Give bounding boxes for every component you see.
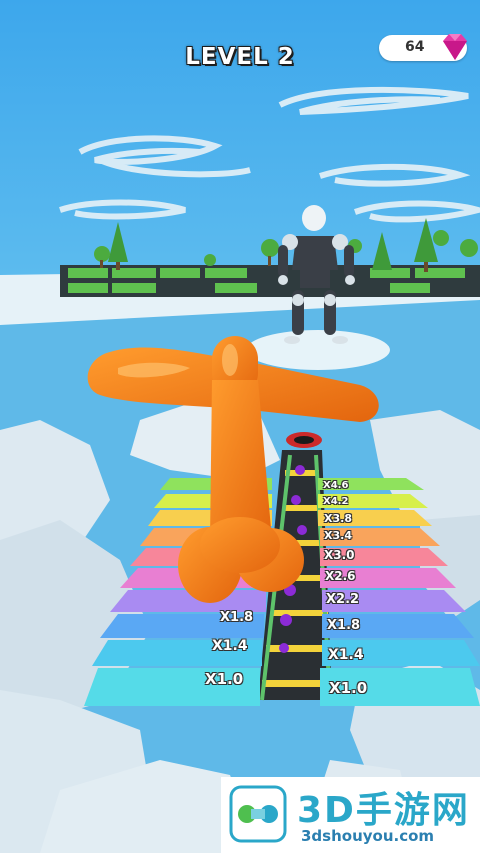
gem-count: 64	[405, 39, 425, 55]
gem-counter: 64	[379, 34, 467, 61]
multiplier-label-right-x1-4: X1.4	[328, 647, 364, 663]
multiplier-label-right-x1-0: X1.0	[329, 679, 368, 697]
watermark-title: 3D手游网	[297, 790, 470, 831]
multiplier-label-right-x1-8: X1.8	[327, 618, 361, 633]
multiplier-label-right-x3-4: X3.4	[324, 529, 352, 542]
game-scene	[0, 0, 480, 853]
multiplier-label-left-x1-4: X1.4	[212, 638, 248, 654]
boss-platform	[246, 330, 390, 370]
watermark-logo-icon	[229, 785, 287, 843]
multiplier-label-right-x4-6: X4.6	[323, 480, 349, 491]
multiplier-label-right-x2-2: X2.2	[326, 592, 360, 607]
multiplier-label-right-x3-8: X3.8	[324, 512, 352, 525]
watermark: 3D手游网 3dshouyou.com	[221, 777, 480, 853]
multiplier-label-left-x1-0: X1.0	[205, 670, 244, 688]
multiplier-label-left-x1-8: X1.8	[220, 610, 254, 625]
pink-diamond-icon	[443, 34, 467, 60]
multiplier-label-right-x4-2: X4.2	[323, 496, 349, 507]
multiplier-label-right-x2-6: X2.6	[325, 569, 356, 583]
watermark-url: 3dshouyou.com	[301, 827, 435, 845]
multiplier-label-right-x3-0: X3.0	[324, 548, 355, 562]
